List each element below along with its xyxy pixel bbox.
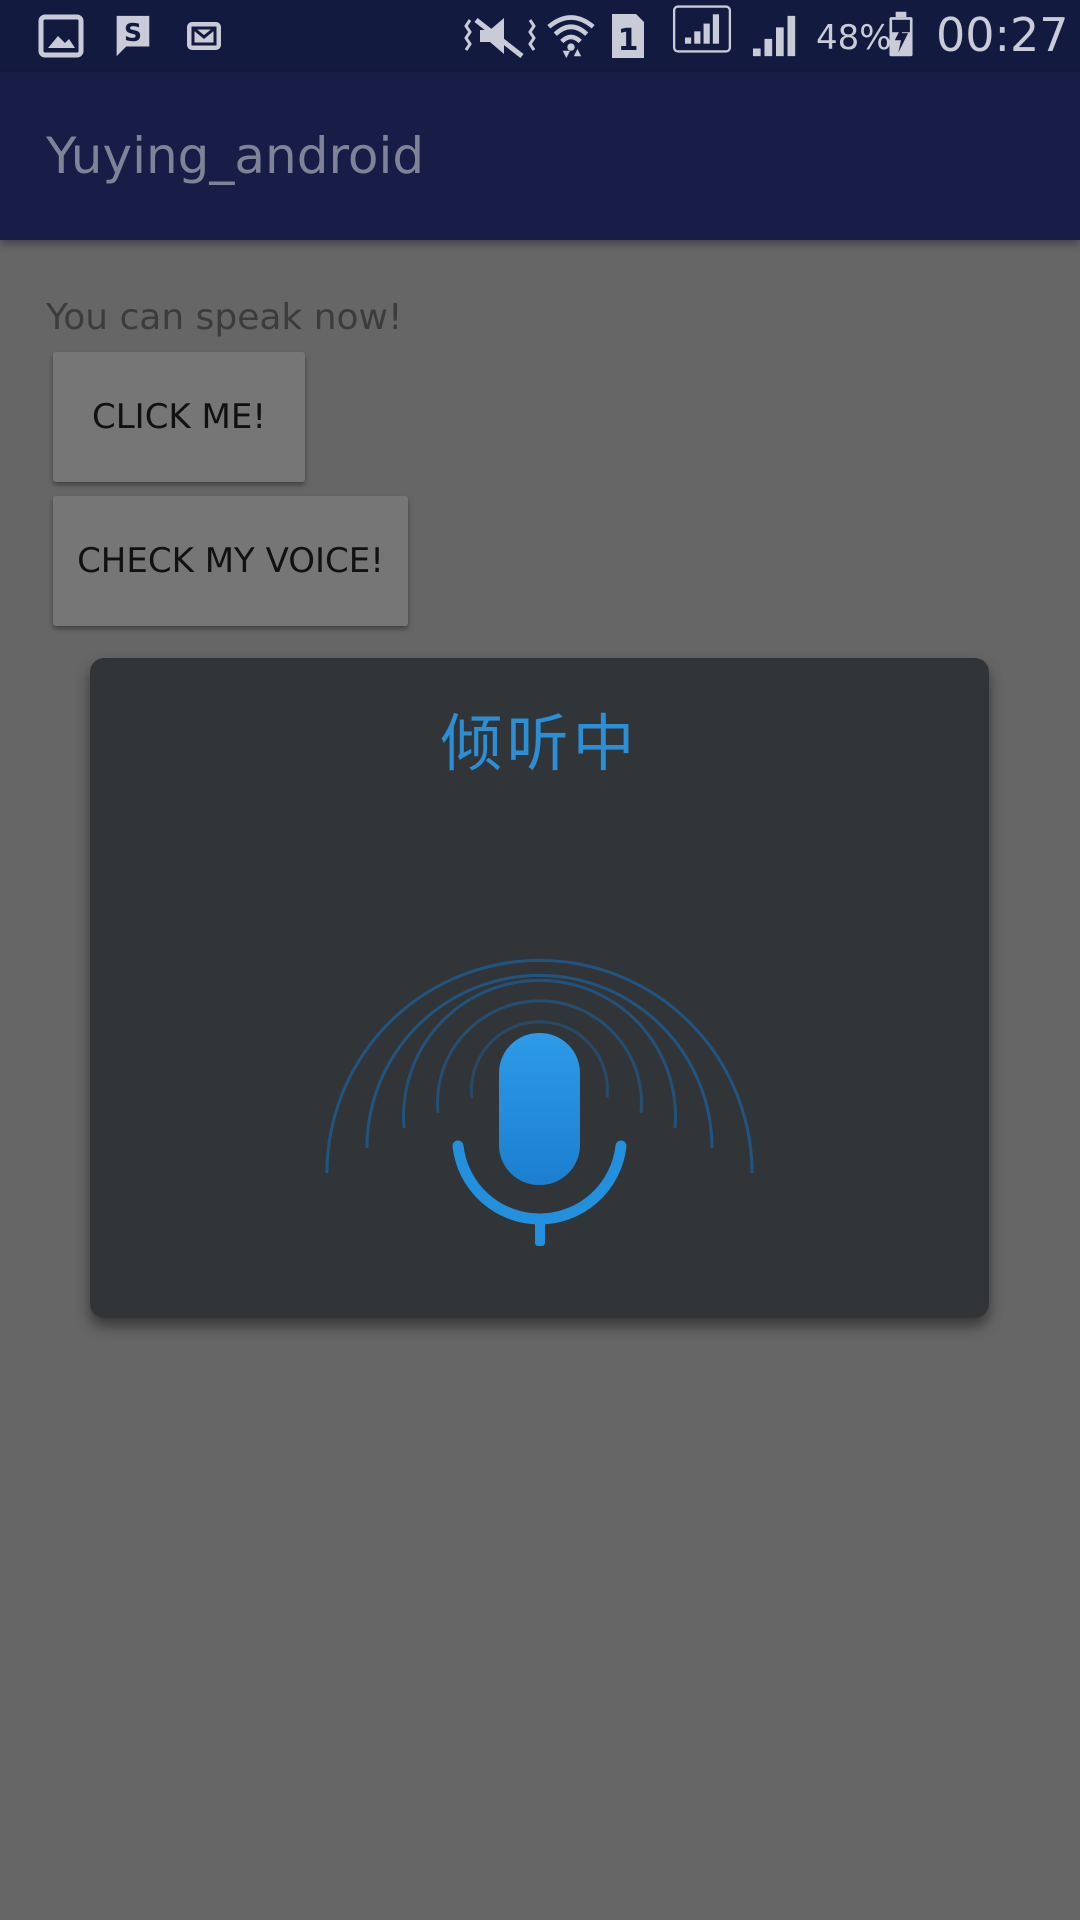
battery-charging-icon [889, 11, 913, 57]
click-me-button[interactable]: CLICK ME! [53, 352, 305, 482]
sim-1-icon: 1 [612, 14, 644, 58]
speak-hint-text: You can speak now! [46, 297, 403, 338]
check-my-voice-button[interactable]: CHECK MY VOICE! [53, 496, 408, 626]
wifi-icon [547, 15, 595, 59]
status-bar: S 1 48% 00:27 [0, 0, 1080, 72]
battery-percent: 48% [816, 18, 892, 58]
svg-text:S: S [124, 18, 142, 47]
gallery-icon [38, 14, 84, 58]
vibrate-mute-icon [464, 18, 536, 58]
signal-icon [752, 15, 796, 57]
dialog-title: 倾听中 [440, 707, 639, 780]
email-icon [187, 22, 221, 50]
microphone-icon [325, 959, 754, 1246]
app-title: Yuying_android [46, 127, 425, 185]
signal-icon [672, 5, 732, 53]
s-app-icon: S [116, 15, 150, 57]
svg-text:1: 1 [618, 23, 639, 58]
clock: 00:27 [936, 8, 1069, 62]
voice-listening-dialog: 倾听中 [90, 658, 989, 1318]
app-bar: Yuying_android [0, 72, 1080, 240]
